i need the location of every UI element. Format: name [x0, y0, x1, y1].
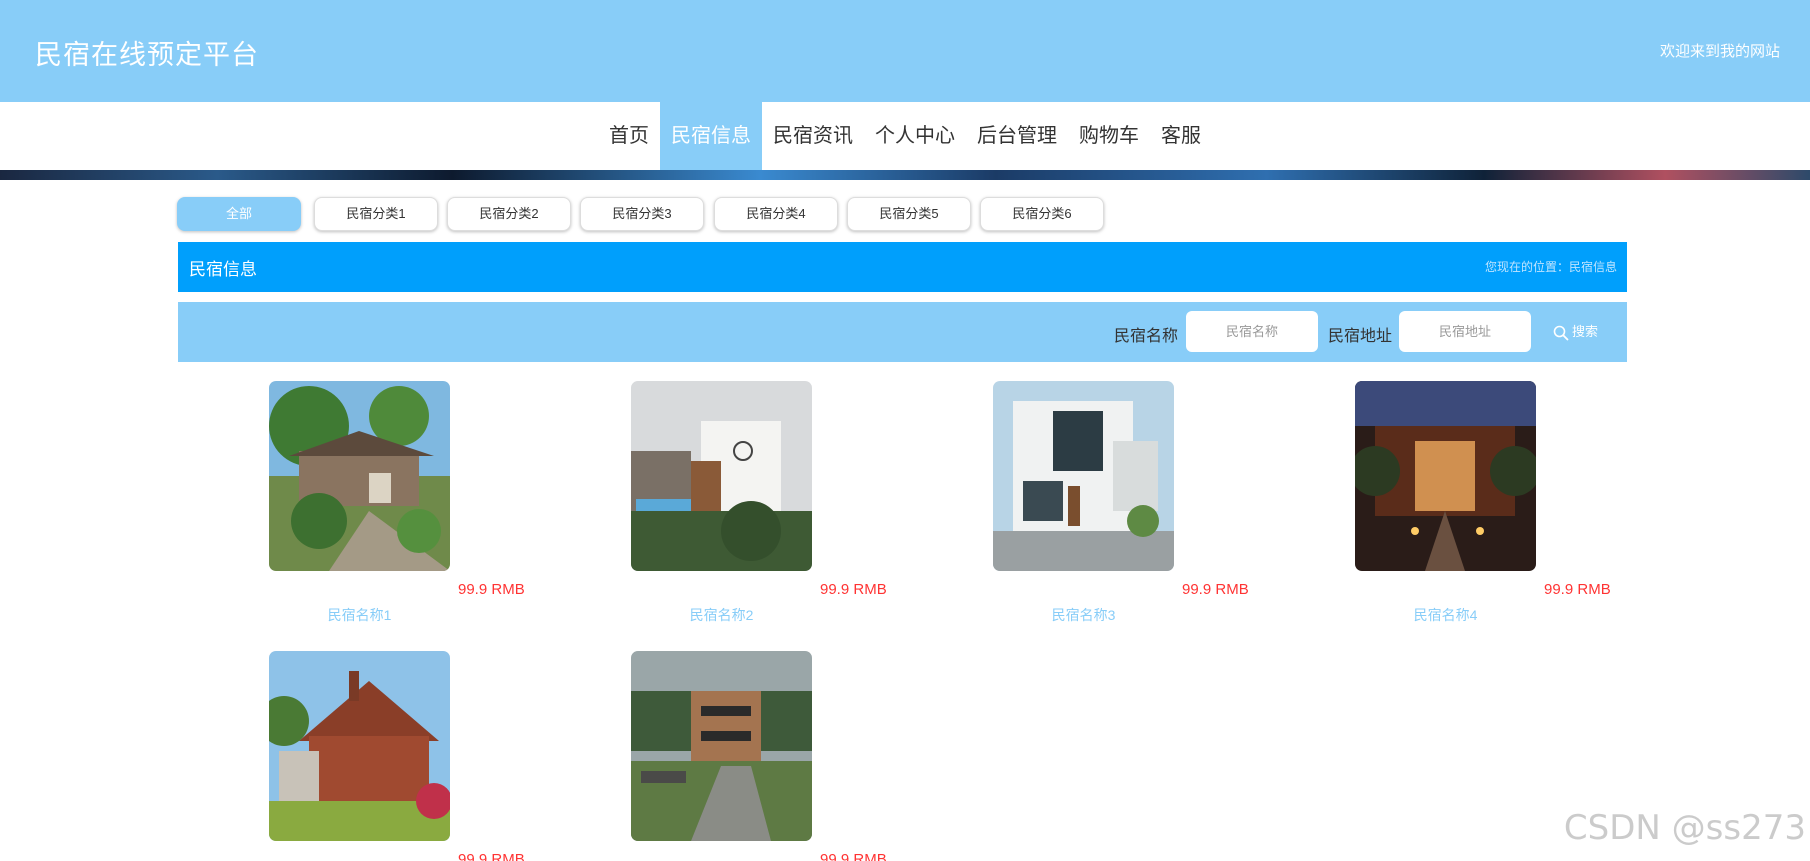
- listing-image-2[interactable]: [631, 381, 812, 571]
- nav-item-news[interactable]: 民宿资讯: [762, 102, 864, 170]
- nav-item-personal-center[interactable]: 个人中心: [864, 102, 966, 170]
- top-header: 民宿在线预定平台 欢迎来到我的网站: [0, 0, 1810, 102]
- welcome-text: 欢迎来到我的网站: [1659, 43, 1780, 60]
- listing-price-2: 99.9 RMB: [820, 581, 887, 598]
- address-search-label: 民宿地址: [1328, 328, 1393, 345]
- listing-name-1[interactable]: 民宿名称1: [269, 605, 450, 625]
- site-title: 民宿在线预定平台: [35, 40, 259, 70]
- section-header: 民宿信息 您现在的位置：民宿信息: [178, 242, 1627, 292]
- section-title: 民宿信息: [189, 260, 257, 279]
- search-button[interactable]: 搜索: [1553, 321, 1598, 343]
- nav-item-customer-service[interactable]: 客服: [1150, 102, 1212, 170]
- banner-image: [0, 170, 1810, 180]
- category-1-button[interactable]: 民宿分类1: [314, 197, 438, 231]
- listing-price-5: 99.9 RMB: [458, 851, 525, 861]
- category-5-button[interactable]: 民宿分类5: [847, 197, 971, 231]
- category-4-button[interactable]: 民宿分类4: [714, 197, 838, 231]
- search-icon: [1553, 325, 1569, 340]
- category-3-button[interactable]: 民宿分类3: [580, 197, 704, 231]
- listing-image-4[interactable]: [1355, 381, 1536, 571]
- name-search-label: 民宿名称: [1114, 328, 1179, 345]
- nav-item-home[interactable]: 首页: [598, 102, 660, 170]
- listing-price-3: 99.9 RMB: [1182, 581, 1249, 598]
- address-search-input[interactable]: [1399, 311, 1531, 352]
- category-2-button[interactable]: 民宿分类2: [447, 197, 571, 231]
- listing-price-6: 99.9 RMB: [820, 851, 887, 861]
- search-button-label: 搜索: [1572, 324, 1599, 339]
- listing-price-4: 99.9 RMB: [1544, 581, 1611, 598]
- listing-image-3[interactable]: [993, 381, 1174, 571]
- category-all-button[interactable]: 全部: [177, 197, 301, 231]
- nav-item-admin[interactable]: 后台管理: [966, 102, 1068, 170]
- breadcrumb: 您现在的位置：民宿信息: [1484, 260, 1617, 274]
- nav-item-cart[interactable]: 购物车: [1068, 102, 1150, 170]
- listing-image-5[interactable]: [269, 651, 450, 841]
- name-search-input[interactable]: [1186, 311, 1318, 352]
- listing-price-1: 99.9 RMB: [458, 581, 525, 598]
- main-nav: 首页 民宿信息 民宿资讯 个人中心 后台管理 购物车 客服: [0, 102, 1810, 170]
- listing-image-1[interactable]: [269, 381, 450, 571]
- search-bar: 民宿名称 民宿地址 搜索: [178, 302, 1627, 362]
- nav-item-homestay-info[interactable]: 民宿信息: [660, 102, 762, 170]
- watermark: CSDN @ss273: [1563, 808, 1806, 848]
- listing-name-3[interactable]: 民宿名称3: [993, 605, 1174, 625]
- listing-name-2[interactable]: 民宿名称2: [631, 605, 812, 625]
- listing-name-4[interactable]: 民宿名称4: [1355, 605, 1536, 625]
- category-6-button[interactable]: 民宿分类6: [980, 197, 1104, 231]
- listing-image-6[interactable]: [631, 651, 812, 841]
